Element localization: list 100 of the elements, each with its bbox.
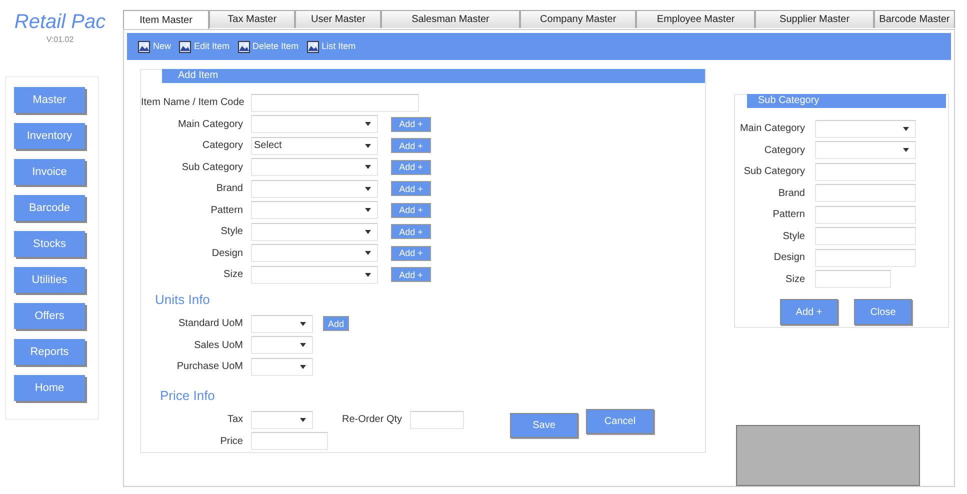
- field-label: Design: [772, 251, 806, 266]
- add-button[interactable]: Add +: [391, 267, 431, 282]
- tab[interactable]: User Master: [295, 10, 382, 28]
- add-button[interactable]: Add +: [391, 138, 431, 154]
- field-label: Style: [220, 225, 244, 240]
- caret-icon: [300, 322, 306, 326]
- add-button[interactable]: Add +: [391, 160, 431, 175]
- dropdown[interactable]: [251, 201, 378, 220]
- dropdown[interactable]: [815, 120, 916, 138]
- dropdown[interactable]: [251, 222, 378, 241]
- caret-icon: [365, 122, 371, 126]
- toolbar-button[interactable]: Edit Item: [176, 34, 233, 59]
- form-button[interactable]: Cancel: [586, 409, 654, 434]
- add-button[interactable]: Add +: [391, 116, 431, 132]
- field-label: Sub Category: [180, 160, 244, 175]
- nav-button[interactable]: Reports: [14, 339, 85, 365]
- add-button[interactable]: Add +: [391, 181, 431, 196]
- caret-icon: [300, 364, 306, 369]
- caret-icon: [365, 230, 371, 234]
- section-title: Units Info: [155, 290, 211, 308]
- nav-button[interactable]: Offers: [14, 303, 85, 329]
- tab[interactable]: Item Master: [123, 10, 210, 29]
- tab[interactable]: Employee Master: [636, 10, 756, 28]
- caret-icon: [903, 148, 909, 152]
- field-label: Item Name / Item Code: [141, 96, 246, 110]
- field-label: Pattern: [210, 204, 244, 218]
- image-icon: [306, 40, 319, 52]
- input-field[interactable]: [815, 162, 916, 181]
- caret-icon: [365, 186, 371, 191]
- panel-header: Sub Category: [747, 94, 946, 108]
- field-label: Brand: [777, 186, 806, 201]
- caret-icon: [903, 126, 909, 131]
- tab[interactable]: Salesman Master: [381, 10, 520, 28]
- dropdown[interactable]: [251, 244, 378, 262]
- toolbar-button[interactable]: New: [135, 34, 174, 59]
- field-label: Size: [222, 268, 244, 282]
- nav-button[interactable]: Home: [14, 375, 85, 401]
- field-label: Pattern: [772, 208, 806, 222]
- dropdown[interactable]: [251, 115, 378, 134]
- field-label: Purchase UoM: [176, 360, 244, 374]
- field-label: Brand: [215, 182, 244, 196]
- image-icon: [138, 40, 150, 52]
- dropdown[interactable]: [251, 266, 378, 284]
- input-field[interactable]: [410, 410, 464, 429]
- dropdown[interactable]: [251, 358, 313, 376]
- field-label: Category: [201, 139, 244, 154]
- caret-icon: [365, 272, 371, 277]
- toolbar-button[interactable]: Delete Item: [234, 34, 302, 59]
- field-label: Category: [763, 144, 806, 158]
- nav-button[interactable]: Utilities: [14, 267, 85, 293]
- add-button[interactable]: Add +: [391, 246, 431, 261]
- nav-button[interactable]: Invoice: [14, 159, 85, 185]
- dropdown-value: Select: [254, 139, 282, 154]
- input-field[interactable]: [815, 206, 916, 224]
- app-logo: Retail Pac: [13, 10, 107, 34]
- field-label: Design: [210, 246, 244, 261]
- field-label: Main Category: [738, 122, 806, 136]
- field-label: Sales UoM: [193, 338, 244, 353]
- nav-button[interactable]: Barcode: [14, 195, 85, 221]
- input-field[interactable]: [815, 270, 891, 288]
- input-field[interactable]: [815, 184, 916, 202]
- field-label: Standard UoM: [178, 317, 244, 332]
- dropdown[interactable]: [815, 141, 916, 160]
- dropdown[interactable]: [251, 314, 313, 333]
- add-button[interactable]: Add: [323, 316, 349, 332]
- form-button[interactable]: Close: [854, 299, 912, 325]
- caret-icon: [365, 144, 371, 148]
- field-label: Price: [219, 434, 244, 449]
- add-button[interactable]: Add +: [391, 224, 431, 240]
- add-button[interactable]: Add +: [391, 202, 431, 218]
- nav-button[interactable]: Stocks: [14, 231, 85, 257]
- nav-button[interactable]: Master: [14, 87, 85, 113]
- dropdown[interactable]: Select: [251, 136, 378, 155]
- field-label: Tax: [226, 413, 244, 428]
- input-field[interactable]: [251, 94, 419, 112]
- nav-button[interactable]: Inventory: [14, 123, 85, 149]
- tab[interactable]: Company Master: [520, 10, 636, 28]
- field-label: Main Category: [176, 118, 244, 132]
- dropdown[interactable]: [251, 410, 313, 429]
- form-button[interactable]: Save: [510, 413, 578, 438]
- dropdown[interactable]: [251, 336, 313, 354]
- tab[interactable]: Supplier Master: [755, 10, 874, 28]
- field-label: Re-Order Qty: [340, 413, 403, 428]
- dropdown[interactable]: [251, 180, 378, 198]
- field-label: Style: [782, 230, 806, 244]
- tab[interactable]: Tax Master: [209, 10, 296, 28]
- caret-icon: [300, 343, 306, 348]
- caret-icon: [365, 208, 371, 212]
- section-title: Price Info: [160, 386, 216, 404]
- input-field[interactable]: [251, 432, 328, 450]
- image-icon: [179, 40, 192, 52]
- tab[interactable]: Barcode Master: [874, 10, 956, 28]
- input-field[interactable]: [815, 227, 916, 246]
- field-label: Sub Category: [742, 165, 806, 180]
- caret-icon: [365, 251, 371, 256]
- dropdown[interactable]: [251, 158, 378, 176]
- caret-icon: [300, 418, 306, 422]
- toolbar-button[interactable]: List Item: [304, 34, 359, 59]
- form-button[interactable]: Add +: [780, 299, 838, 325]
- input-field[interactable]: [815, 248, 916, 267]
